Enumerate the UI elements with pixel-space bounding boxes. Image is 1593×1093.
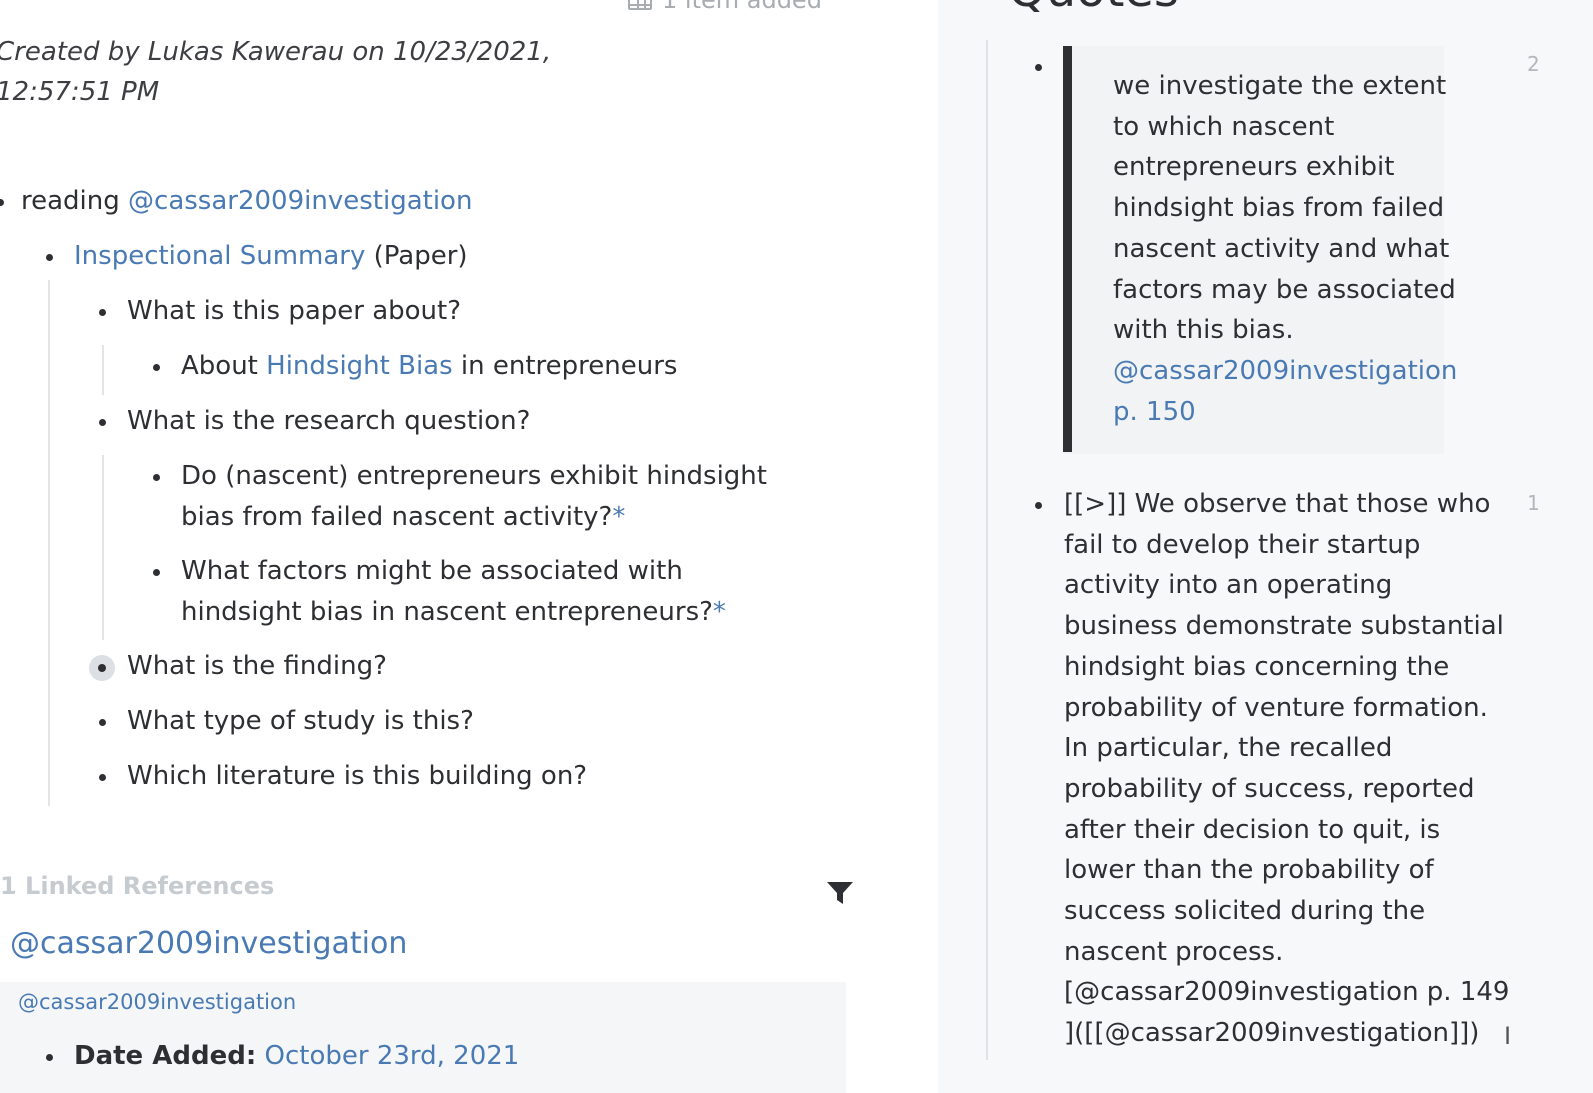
date-link[interactable]: October 23rd, 2021 (265, 1041, 520, 1071)
block-ref-asterisk[interactable]: * (713, 597, 726, 627)
linked-references-header[interactable]: 1 Linked References (0, 872, 274, 900)
bullet[interactable] (153, 474, 160, 481)
block-rq-2[interactable]: What factors might be associated with hi… (181, 551, 726, 633)
bullet[interactable] (99, 309, 106, 316)
block-question-about[interactable]: What is this paper about? (127, 291, 461, 332)
block-question-study-type[interactable]: What type of study is this? (127, 701, 474, 742)
blockquote-bar (1063, 46, 1072, 452)
indent-guide[interactable] (102, 345, 104, 395)
quote-source-link[interactable]: @cassar2009investigation p. 150 (1113, 351, 1457, 432)
page-main-pane: 1 item added Created by Lukas Kawerau on… (0, 0, 955, 1093)
bullet[interactable] (1035, 502, 1042, 509)
bullet[interactable] (153, 364, 160, 371)
bullet[interactable] (46, 1054, 53, 1061)
date-added-label: Date Added: (74, 1041, 257, 1071)
text-cursor-icon: I (1504, 1022, 1512, 1050)
block-rq-1[interactable]: Do (nascent) entrepreneurs exhibit hinds… (181, 456, 767, 538)
block-question-finding[interactable]: What is the finding? (127, 646, 387, 687)
indent-guide[interactable] (986, 40, 988, 1060)
block-reading[interactable]: reading @cassar2009investigation (21, 181, 472, 222)
bullet[interactable] (99, 419, 106, 426)
date-added-row[interactable]: Date Added: October 23rd, 2021 (74, 1036, 519, 1077)
block-ref-asterisk[interactable]: * (612, 502, 625, 532)
quote-block-text[interactable]: [[>]] We observe that those who fail to … (1064, 484, 1509, 1054)
bullet[interactable] (0, 199, 4, 206)
bullet[interactable] (153, 569, 160, 576)
linked-ref-breadcrumb[interactable]: @cassar2009investigation (18, 990, 296, 1014)
items-added-indicator[interactable]: 1 item added (628, 0, 822, 14)
block-question-research[interactable]: What is the research question? (127, 401, 530, 442)
page-link-inspectional-summary[interactable]: Inspectional Summary (74, 241, 365, 271)
block-ref-count[interactable]: 2 (1527, 52, 1540, 76)
bullet[interactable] (99, 774, 106, 781)
bullet-collapsed[interactable] (89, 655, 115, 681)
blockquote-text[interactable]: we investigate the extent to which nasce… (1113, 66, 1457, 432)
bullet[interactable] (1035, 64, 1042, 71)
linked-ref-page-title[interactable]: @cassar2009investigation (10, 926, 407, 961)
bullet[interactable] (46, 254, 53, 261)
block-inspectional-summary[interactable]: Inspectional Summary (Paper) (74, 236, 468, 277)
indent-guide[interactable] (102, 455, 104, 640)
indent-guide[interactable] (48, 280, 50, 806)
block-answer-about[interactable]: About Hindsight Bias in entrepreneurs (181, 346, 677, 387)
sidebar-quotes-pane: Quotes we investigate the extent to whic… (938, 0, 1593, 1093)
table-icon (628, 0, 652, 10)
filter-icon[interactable] (826, 880, 854, 906)
bullet[interactable] (99, 719, 106, 726)
page-link-cassar2009investigation[interactable]: @cassar2009investigation (128, 186, 472, 216)
block-ref-count[interactable]: 1 (1527, 491, 1540, 515)
block-question-literature[interactable]: Which literature is this building on? (127, 756, 587, 797)
sidebar-page-title[interactable]: Quotes (1008, 0, 1179, 18)
page-link-hindsight-bias[interactable]: Hindsight Bias (266, 351, 453, 381)
created-by-text: Created by Lukas Kawerau on 10/23/2021, … (0, 37, 552, 107)
